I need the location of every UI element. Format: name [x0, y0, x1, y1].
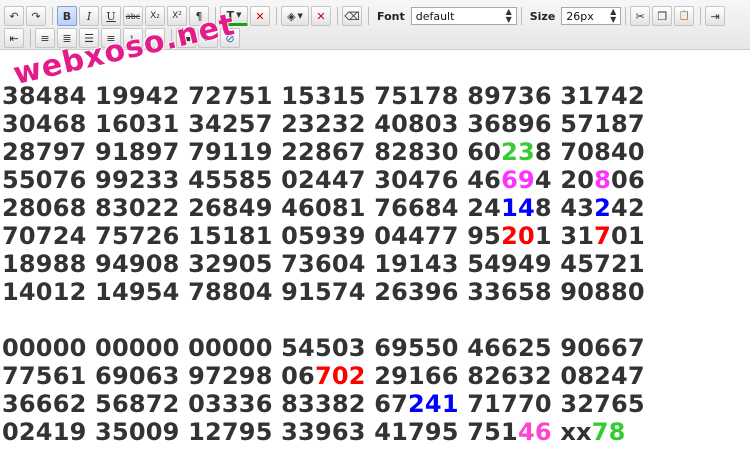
separator — [52, 7, 53, 25]
chevron-updown-icon: ▲ ▼ — [610, 7, 617, 24]
strikethrough-icon[interactable]: abc — [123, 6, 143, 26]
separator — [368, 7, 369, 25]
undo-icon[interactable]: ↶ — [4, 6, 24, 26]
separator — [276, 7, 277, 25]
size-select[interactable]: 26px ▲ ▼ — [561, 7, 622, 25]
cut-icon[interactable]: ✂ — [630, 6, 651, 26]
separator — [700, 7, 702, 25]
clear-color-icon[interactable]: ✕ — [250, 6, 270, 26]
result-line-highlighted: 55076 99233 45585 02447 30476 46694 2080… — [2, 166, 645, 194]
separator — [625, 7, 627, 25]
separator — [337, 7, 338, 25]
redo-icon[interactable]: ↷ — [26, 6, 46, 26]
result-line-highlighted: 70724 75726 15181 05939 04477 95201 3170… — [2, 222, 645, 250]
result-line-highlighted: 02419 35009 12795 33963 41795 75146 xx78 — [2, 418, 626, 446]
copy-icon[interactable]: ❐ — [652, 6, 673, 26]
result-line: 18988 94908 32905 73604 19143 54949 4572… — [2, 250, 645, 278]
size-select-value: 26px — [566, 9, 594, 23]
bold-icon[interactable]: B — [57, 6, 77, 26]
toolbar-row-1: ↶ ↷ B I U abc X₂ X² ¶ T ▼ ✕ ◈ ▼ ✕ ⌫ Font d… — [0, 5, 727, 27]
indent-icon[interactable]: ⇥ — [705, 6, 726, 26]
result-line: 14012 14954 78804 91574 26396 33658 9088… — [2, 278, 645, 306]
font-label: Font — [377, 9, 405, 23]
underline-icon[interactable]: U — [101, 6, 121, 26]
result-line: 30468 16031 34257 23232 40803 36896 5718… — [2, 110, 645, 138]
chevron-updown-icon: ▲ ▼ — [505, 7, 512, 24]
result-line-highlighted: 28797 91897 79119 22867 82830 60238 7084… — [2, 138, 645, 166]
editor-content[interactable]: 38484 19942 72751 15315 75178 89736 3174… — [0, 50, 750, 461]
size-label: Size — [529, 9, 556, 23]
fill-color-icon[interactable]: ◈ ▼ — [281, 6, 309, 26]
separator — [520, 7, 522, 25]
align-left-icon[interactable]: ≡ — [35, 28, 55, 48]
font-select[interactable]: default ▲ ▼ — [410, 7, 517, 25]
outdent-icon[interactable]: ⇤ — [4, 28, 24, 48]
font-select-value: default — [415, 9, 455, 23]
no-fill-icon[interactable]: ✕ — [311, 6, 331, 26]
eraser-icon[interactable]: ⌫ — [342, 6, 362, 26]
result-line-highlighted: 77561 69063 97298 06702 29166 82632 0824… — [2, 362, 645, 390]
result-line: 00000 00000 00000 54503 69550 46625 9066… — [2, 334, 645, 362]
separator — [30, 29, 31, 47]
italic-icon[interactable]: I — [79, 6, 99, 26]
result-line-highlighted: 36662 56872 03336 83382 67241 71770 3276… — [2, 390, 645, 418]
result-line: 38484 19942 72751 15315 75178 89736 3174… — [2, 82, 645, 110]
result-line-highlighted: 28068 83022 26849 46081 76684 24148 4324… — [2, 194, 645, 222]
paste-icon[interactable]: 📋 — [674, 6, 695, 26]
